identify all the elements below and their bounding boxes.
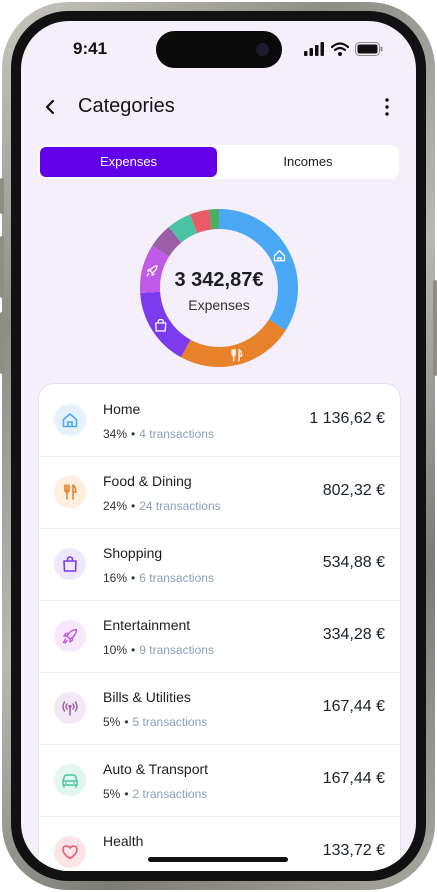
category-percent: 16% [103, 571, 128, 585]
category-icon-badge [54, 836, 86, 868]
category-meta: 10% • 9 transactions [103, 643, 214, 657]
transaction-count: 9 transactions [139, 643, 214, 657]
category-row-health[interactable]: Health 133,72 € [39, 816, 400, 871]
category-amount: 334,28 € [322, 626, 385, 643]
back-button[interactable] [37, 93, 65, 121]
tab-expenses[interactable]: Expenses [40, 147, 217, 177]
category-row-home[interactable]: Home 34% • 4 transactions 1 136,62 € [39, 384, 400, 457]
category-meta: 5% • 5 transactions [103, 715, 208, 729]
page-title: Categories [78, 95, 175, 117]
shopping-bag-icon [63, 556, 77, 572]
category-amount: 167,44 € [322, 770, 385, 787]
volume-up-button [0, 236, 4, 298]
total-amount: 3 342,87€ [174, 269, 264, 291]
battery-icon [355, 42, 383, 56]
dynamic-island [156, 31, 282, 68]
home-indicator[interactable] [148, 857, 288, 862]
chevron-left-icon [45, 99, 55, 115]
transaction-count: 24 transactions [139, 499, 221, 513]
category-meta: 16% • 6 transactions [103, 571, 214, 585]
category-amount: 133,72 € [322, 842, 385, 859]
rocket-icon [62, 628, 78, 644]
category-percent: 5% [103, 787, 121, 801]
category-row-auto-transport[interactable]: Auto & Transport 5% • 2 transactions 167,4… [39, 744, 400, 817]
more-options-button[interactable] [373, 93, 401, 121]
category-name: Home [103, 401, 141, 417]
tab-incomes[interactable]: Incomes [219, 147, 397, 177]
fork-knife-icon [64, 484, 77, 500]
heart-icon [62, 845, 78, 860]
transaction-count: 2 transactions [132, 787, 208, 801]
category-meta: 5% • 2 transactions [103, 787, 208, 801]
donut-slice-health [189, 209, 212, 234]
category-row-shopping[interactable]: Shopping 16% • 6 transactions 534,88 € [39, 528, 400, 601]
broadcast-icon [62, 701, 78, 716]
category-percent: 10% [103, 643, 128, 657]
front-camera [256, 43, 269, 56]
donut-slice-bills-utilities [152, 227, 182, 257]
type-segmented-control: Expenses Incomes [38, 145, 399, 179]
category-name: Bills & Utilities [103, 689, 191, 705]
transaction-count: 6 transactions [139, 571, 214, 585]
category-percent: 34% [103, 427, 128, 441]
category-list: Home 34% • 4 transactions 1 136,62 € Food … [38, 383, 401, 871]
top-app-bar: Categories [21, 87, 416, 127]
category-row-entertainment[interactable]: Entertainment 10% • 9 transactions 334,28 … [39, 600, 400, 673]
category-amount: 167,44 € [322, 698, 385, 715]
category-name: Shopping [103, 545, 163, 561]
donut-slice-other [209, 209, 220, 230]
category-percent: 5% [103, 715, 121, 729]
category-icon-badge [54, 476, 86, 508]
power-button [433, 280, 437, 376]
category-percent: 24% [103, 499, 128, 513]
category-icon-badge [54, 692, 86, 724]
category-name: Food & Dining [103, 473, 192, 489]
signal-icon [304, 42, 324, 56]
category-icon-badge [54, 764, 86, 796]
category-meta: 24% • 24 transactions [103, 499, 221, 513]
category-meta: 34% • 4 transactions [103, 427, 214, 441]
category-icon-badge [54, 548, 86, 580]
donut-slice-food-dining [180, 319, 286, 367]
category-icon-badge [54, 620, 86, 652]
total-label: Expenses [188, 297, 250, 313]
category-name: Health [103, 833, 144, 849]
category-icon-badge [54, 404, 86, 436]
category-amount: 534,88 € [322, 554, 385, 571]
car-icon [62, 774, 78, 788]
category-name: Auto & Transport [103, 761, 209, 777]
category-amount: 1 136,62 € [309, 410, 385, 427]
category-row-food-dining[interactable]: Food & Dining 24% • 24 transactions 802,32… [39, 456, 400, 529]
donut-center-summary: 3 342,87€ Expenses [139, 269, 299, 313]
category-name: Entertainment [103, 617, 191, 633]
status-time: 9:41 [73, 39, 108, 58]
category-amount: 802,32 € [322, 482, 385, 499]
status-bar: 9:41 [21, 21, 416, 75]
donut-slice-auto-transport [168, 214, 198, 243]
volume-down-button [0, 312, 4, 374]
home-icon [62, 413, 78, 428]
wifi-icon [331, 42, 349, 56]
transaction-count: 5 transactions [132, 715, 208, 729]
transaction-count: 4 transactions [139, 427, 214, 441]
more-vertical-icon [385, 98, 389, 116]
category-row-bills-utilities[interactable]: Bills & Utilities 5% • 5 transactions 167,… [39, 672, 400, 745]
app-screen: 9:41 Categories Expenses Incomes 3 342,8… [21, 21, 416, 871]
action-button [0, 178, 4, 214]
status-icons [304, 41, 384, 57]
